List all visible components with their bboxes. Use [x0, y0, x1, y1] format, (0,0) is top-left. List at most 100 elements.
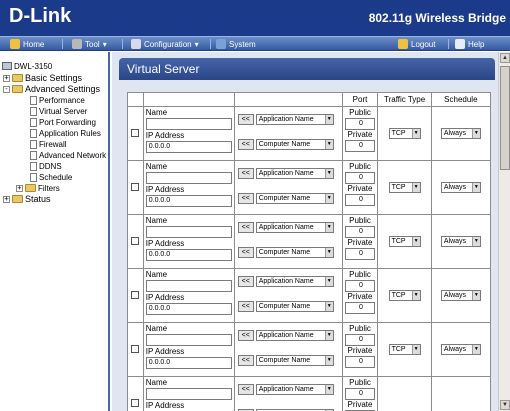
traffic-type-select[interactable]: TCP ▼ — [388, 236, 421, 247]
copy-application-button[interactable]: << — [237, 168, 254, 179]
private-port-input[interactable]: 0 — [345, 248, 375, 260]
copy-application-button[interactable]: << — [237, 222, 254, 233]
menu-home[interactable]: Home — [10, 38, 44, 50]
copy-computer-button[interactable]: << — [237, 139, 254, 150]
expand-plus-icon[interactable]: + — [3, 74, 10, 82]
private-port-input[interactable]: 0 — [345, 302, 375, 314]
name-input[interactable] — [145, 172, 232, 184]
copy-computer-button[interactable]: << — [237, 301, 254, 312]
schedule-select[interactable]: Always ▼ — [440, 182, 481, 193]
scrollbar-thumb[interactable] — [500, 66, 510, 170]
row-checkbox[interactable] — [131, 344, 140, 353]
schedule-select[interactable]: Always ▼ — [440, 128, 481, 139]
lookup-cell: <<Application Name▼<<Computer Name▼ — [233, 376, 343, 411]
tree-basic-settings[interactable]: + Basic Settings — [3, 73, 82, 83]
expand-plus-icon[interactable]: + — [16, 184, 23, 192]
row-checkbox[interactable] — [131, 236, 140, 245]
traffic-type-cell: TCP ▼ — [377, 160, 432, 215]
public-port-input[interactable]: 0 — [345, 388, 375, 400]
ip-address-input[interactable]: 0.0.0.0 — [145, 357, 232, 369]
page-icon — [30, 161, 37, 171]
copy-application-button[interactable]: << — [237, 276, 254, 287]
ip-address-input[interactable]: 0.0.0.0 — [145, 141, 232, 153]
tree-item-ddns[interactable]: DDNS — [30, 161, 62, 171]
chevron-down-icon: ▾ — [194, 39, 199, 49]
application-name-select[interactable]: Application Name ▼ — [255, 276, 334, 287]
computer-name-select[interactable]: Computer Name▼ — [255, 193, 334, 204]
ip-address-input[interactable]: 0.0.0.0 — [145, 249, 232, 261]
row-checkbox[interactable] — [131, 290, 140, 299]
menu-separator — [62, 39, 63, 49]
page-icon — [30, 95, 37, 105]
copy-computer-button[interactable]: << — [237, 247, 254, 258]
tree-item-advanced-network[interactable]: Advanced Network — [30, 150, 106, 160]
copy-application-button[interactable]: << — [237, 384, 254, 395]
port-cell: Public 0 Private 0 — [341, 106, 379, 161]
ip-address-input[interactable]: 0.0.0.0 — [145, 303, 232, 315]
name-input[interactable] — [145, 118, 232, 130]
copy-application-button[interactable]: << — [237, 330, 254, 341]
tree-item-firewall[interactable]: Firewall — [30, 139, 67, 149]
public-port-input[interactable]: 0 — [345, 118, 375, 130]
menu-logout[interactable]: Logout — [398, 38, 435, 50]
application-name-select[interactable]: Application Name ▼ — [255, 330, 334, 341]
ip-address-label: IP Address — [145, 239, 185, 248]
name-input[interactable] — [145, 226, 232, 238]
tree-status[interactable]: + Status — [3, 194, 51, 204]
traffic-type-cell: TCP ▼ — [377, 322, 432, 377]
collapse-minus-icon[interactable]: - — [3, 85, 10, 93]
traffic-type-select[interactable]: TCP ▼ — [388, 128, 421, 139]
application-name-select[interactable]: Application Name ▼ — [255, 222, 334, 233]
tree-item-port-forwarding[interactable]: Port Forwarding — [30, 117, 96, 127]
tree-item-filters[interactable]: + Filters — [16, 183, 60, 193]
vertical-scrollbar[interactable]: ▲ ▼ — [498, 52, 510, 411]
computer-name-select[interactable]: Computer Name▼ — [255, 139, 334, 150]
schedule-select[interactable]: Always ▼ — [440, 236, 481, 247]
copy-computer-button[interactable]: << — [237, 355, 254, 366]
tree-advanced-settings[interactable]: - Advanced Settings — [3, 84, 100, 94]
public-port-input[interactable]: 0 — [345, 334, 375, 346]
private-port-input[interactable]: 0 — [345, 140, 375, 152]
public-port-input[interactable]: 0 — [345, 172, 375, 184]
private-port-input[interactable]: 0 — [345, 356, 375, 368]
scroll-down-icon[interactable]: ▼ — [500, 400, 510, 410]
public-port-input[interactable]: 0 — [345, 226, 375, 238]
row-checkbox[interactable] — [131, 182, 140, 191]
computer-name-select[interactable]: Computer Name▼ — [255, 355, 334, 366]
tree-item-application-rules[interactable]: Application Rules — [30, 128, 101, 138]
traffic-type-select[interactable]: TCP ▼ — [388, 182, 421, 193]
private-port-input[interactable]: 0 — [345, 194, 375, 206]
help-icon — [455, 39, 465, 49]
computer-name-select[interactable]: Computer Name▼ — [255, 247, 334, 258]
ip-address-input[interactable]: 0.0.0.0 — [145, 195, 232, 207]
public-port-input[interactable]: 0 — [345, 280, 375, 292]
menu-help[interactable]: Help — [455, 38, 484, 50]
tree-item-schedule[interactable]: Schedule — [30, 172, 72, 182]
computer-name-select[interactable]: Computer Name▼ — [255, 301, 334, 312]
tree-root[interactable]: DWL-3150 — [2, 61, 52, 71]
copy-computer-button[interactable]: << — [237, 193, 254, 204]
traffic-type-select[interactable]: TCP ▼ — [388, 344, 421, 355]
name-input[interactable] — [145, 280, 232, 292]
name-label: Name — [145, 108, 168, 117]
scroll-up-icon[interactable]: ▲ — [500, 53, 510, 63]
menu-system[interactable]: System — [216, 38, 256, 50]
row-checkbox[interactable] — [131, 128, 140, 137]
menu-configuration[interactable]: Configuration ▾ — [131, 38, 199, 50]
application-name-select[interactable]: Application Name ▼ — [255, 384, 334, 395]
name-label: Name — [145, 270, 168, 279]
copy-application-button[interactable]: << — [237, 114, 254, 125]
tree-item-performance[interactable]: Performance — [30, 95, 85, 105]
row-checkbox[interactable] — [131, 398, 140, 407]
name-input[interactable] — [145, 388, 232, 400]
expand-plus-icon[interactable]: + — [3, 195, 10, 203]
menu-tool[interactable]: Tool ▾ — [72, 38, 107, 50]
ip-address-label: IP Address — [145, 293, 185, 302]
application-name-select[interactable]: Application Name ▼ — [255, 114, 334, 125]
traffic-type-select[interactable]: TCP ▼ — [388, 290, 421, 301]
schedule-select[interactable]: Always ▼ — [440, 290, 481, 301]
application-name-select[interactable]: Application Name ▼ — [255, 168, 334, 179]
tree-item-virtual-server[interactable]: Virtual Server — [30, 106, 87, 116]
name-input[interactable] — [145, 334, 232, 346]
schedule-select[interactable]: Always ▼ — [440, 344, 481, 355]
